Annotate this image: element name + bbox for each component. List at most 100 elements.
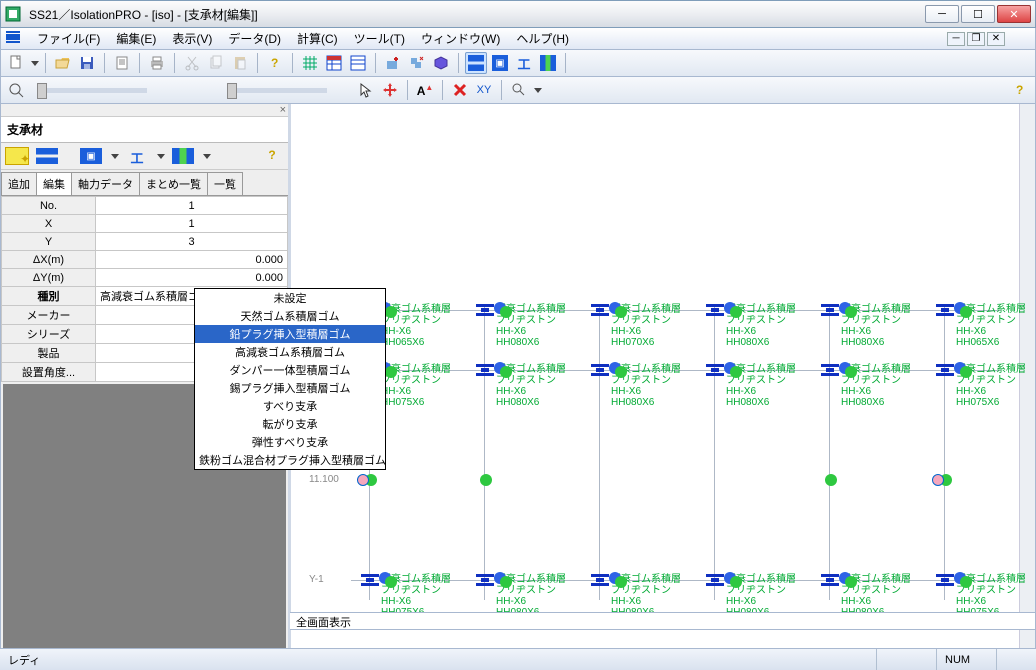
tab-axial[interactable]: 軸力データ bbox=[71, 172, 140, 195]
font-larger-icon[interactable]: A▲ bbox=[414, 79, 436, 101]
mdi-minimize-button[interactable]: ─ bbox=[947, 32, 965, 46]
dropdown-option[interactable]: 高減衰ゴム系積層ゴム bbox=[195, 343, 385, 361]
bearing-node[interactable]: 減衰ゴム系積層ブリヂストンHH-X6HH080X6 bbox=[706, 304, 823, 348]
menu-data[interactable]: データ(D) bbox=[220, 28, 289, 49]
menu-calc[interactable]: 計算(C) bbox=[289, 28, 346, 49]
move-tool-icon[interactable] bbox=[379, 79, 401, 101]
report-button[interactable] bbox=[111, 52, 133, 74]
bearing-node[interactable]: 減衰ゴム系積層ブリヂストンHH-X6HH080X6 bbox=[591, 364, 708, 408]
menu-edit[interactable]: 編集(E) bbox=[108, 28, 164, 49]
bearing-node[interactable]: 減衰ゴム系積層ブリヂストンHH-X6HH070X6 bbox=[591, 304, 708, 348]
mode3-icon[interactable]: 工 bbox=[513, 52, 535, 74]
zoom-slider[interactable] bbox=[37, 88, 147, 93]
save-button[interactable] bbox=[76, 52, 98, 74]
pmode3-icon[interactable]: 工 bbox=[125, 147, 149, 165]
bearing-node[interactable]: 減衰ゴム系積層ブリヂストンHH-X6HH080X6 bbox=[821, 364, 938, 408]
node-marker-green[interactable] bbox=[500, 366, 512, 378]
mode1-icon[interactable] bbox=[465, 52, 487, 74]
node-marker-pink[interactable] bbox=[357, 474, 369, 486]
pmode2-menu[interactable] bbox=[111, 154, 119, 159]
open-button[interactable] bbox=[52, 52, 74, 74]
new-button[interactable] bbox=[5, 52, 27, 74]
dropdown-option[interactable]: ダンパー一体型積層ゴム bbox=[195, 361, 385, 379]
menu-tool[interactable]: ツール(T) bbox=[346, 28, 413, 49]
pmode4-menu[interactable] bbox=[203, 154, 211, 159]
pmode3-menu[interactable] bbox=[157, 154, 165, 159]
tab-add[interactable]: 追加 bbox=[1, 172, 37, 195]
node-marker-green[interactable] bbox=[480, 474, 492, 486]
dropdown-option[interactable]: 天然ゴム系積層ゴム bbox=[195, 307, 385, 325]
zoom-tool-icon[interactable] bbox=[508, 79, 530, 101]
node-marker-green[interactable] bbox=[500, 576, 512, 588]
node-marker-green[interactable] bbox=[730, 576, 742, 588]
node-marker-green[interactable] bbox=[385, 576, 397, 588]
menu-window[interactable]: ウィンドウ(W) bbox=[413, 28, 508, 49]
bearing-node[interactable]: 減衰ゴム系積層ブリヂストンHH-X6HH075X6 bbox=[936, 364, 1035, 408]
pmode4-icon[interactable] bbox=[171, 147, 195, 165]
mode4-icon[interactable] bbox=[537, 52, 559, 74]
node-marker-green[interactable] bbox=[845, 576, 857, 588]
node-marker-green[interactable] bbox=[730, 366, 742, 378]
new-menu-arrow[interactable] bbox=[31, 61, 39, 66]
node-marker-green[interactable] bbox=[615, 576, 627, 588]
kind-dropdown-list[interactable]: 未設定 天然ゴム系積層ゴム 鉛プラグ挿入型積層ゴム 高減衰ゴム系積層ゴム ダンパ… bbox=[194, 288, 386, 470]
xy-label-icon[interactable]: XY bbox=[473, 79, 495, 101]
node-marker-green[interactable] bbox=[825, 474, 837, 486]
node-marker-green[interactable] bbox=[615, 366, 627, 378]
layers-remove-icon[interactable] bbox=[406, 52, 428, 74]
node-marker-pink[interactable] bbox=[932, 474, 944, 486]
tab-edit[interactable]: 編集 bbox=[36, 172, 72, 195]
zoom-out-icon[interactable] bbox=[5, 79, 27, 101]
paste-button[interactable] bbox=[229, 52, 251, 74]
mode2-icon[interactable]: ▣ bbox=[489, 52, 511, 74]
dropdown-option[interactable]: 鉄粉ゴム混合材プラグ挿入型積層ゴム bbox=[195, 451, 385, 469]
tab-list[interactable]: まとめ一覧 bbox=[139, 172, 208, 195]
bearing-node[interactable]: 減衰ゴム系積層ブリヂストンHH-X6HH080X6 bbox=[821, 304, 938, 348]
menu-file[interactable]: ファイル(F) bbox=[29, 28, 108, 49]
bearing-node[interactable]: 減衰ゴム系積層ブリヂストンHH-X6HH065X6 bbox=[936, 304, 1035, 348]
menu-help[interactable]: ヘルプ(H) bbox=[508, 28, 577, 49]
pmode2-icon[interactable]: ▣ bbox=[79, 147, 103, 165]
new-item-icon[interactable]: ✦ bbox=[5, 147, 29, 165]
node-marker-green[interactable] bbox=[960, 576, 972, 588]
mdi-close-button[interactable]: ✕ bbox=[987, 32, 1005, 46]
node-marker-green[interactable] bbox=[845, 306, 857, 318]
bearing-node[interactable]: 減衰ゴム系積層ブリヂストンHH-X6HH080X6 bbox=[706, 364, 823, 408]
tab-all[interactable]: 一覧 bbox=[207, 172, 243, 195]
dropdown-option[interactable]: すべり支承 bbox=[195, 397, 385, 415]
box-icon[interactable] bbox=[430, 52, 452, 74]
dropdown-option[interactable]: 錫プラグ挿入型積層ゴム bbox=[195, 379, 385, 397]
node-marker-green[interactable] bbox=[385, 306, 397, 318]
mdi-restore-button[interactable]: ❐ bbox=[967, 32, 985, 46]
delete-x-icon[interactable] bbox=[449, 79, 471, 101]
node-marker-green[interactable] bbox=[500, 306, 512, 318]
prop-x-value[interactable]: 1 bbox=[96, 215, 288, 233]
grid-toggle-icon[interactable] bbox=[299, 52, 321, 74]
copy-button[interactable] bbox=[205, 52, 227, 74]
panel-close-x[interactable]: × bbox=[1, 104, 288, 117]
print-button[interactable] bbox=[146, 52, 168, 74]
maximize-button[interactable]: ☐ bbox=[961, 5, 995, 23]
node-marker-green[interactable] bbox=[385, 366, 397, 378]
node-marker-green[interactable] bbox=[960, 306, 972, 318]
dropdown-option-selected[interactable]: 鉛プラグ挿入型積層ゴム bbox=[195, 325, 385, 343]
pan-slider[interactable] bbox=[227, 88, 327, 93]
pointer-tool-icon[interactable] bbox=[355, 79, 377, 101]
node-marker-green[interactable] bbox=[730, 306, 742, 318]
prop-dx-value[interactable]: 0.000 bbox=[96, 251, 288, 269]
dropdown-option[interactable]: 弾性すべり支承 bbox=[195, 433, 385, 451]
prop-dy-value[interactable]: 0.000 bbox=[96, 269, 288, 287]
node-marker-green[interactable] bbox=[845, 366, 857, 378]
node-marker-green[interactable] bbox=[960, 366, 972, 378]
pmode1-icon[interactable] bbox=[35, 147, 59, 165]
dropdown-option[interactable]: 転がり支承 bbox=[195, 415, 385, 433]
layer-add-icon[interactable] bbox=[382, 52, 404, 74]
prop-y-value[interactable]: 3 bbox=[96, 233, 288, 251]
prop-angle-label[interactable]: 設置角度... bbox=[2, 363, 96, 382]
minimize-button[interactable]: ─ bbox=[925, 5, 959, 23]
plan-canvas[interactable]: Y-33.500211.100Y-1減衰ゴム系積層ブリヂストンHH-X6HH06… bbox=[291, 104, 1035, 669]
prop-no-value[interactable]: 1 bbox=[96, 197, 288, 215]
node-marker-green[interactable] bbox=[615, 306, 627, 318]
panel-help-icon[interactable]: ? bbox=[260, 147, 284, 165]
zoom-menu-arrow[interactable] bbox=[534, 88, 542, 93]
